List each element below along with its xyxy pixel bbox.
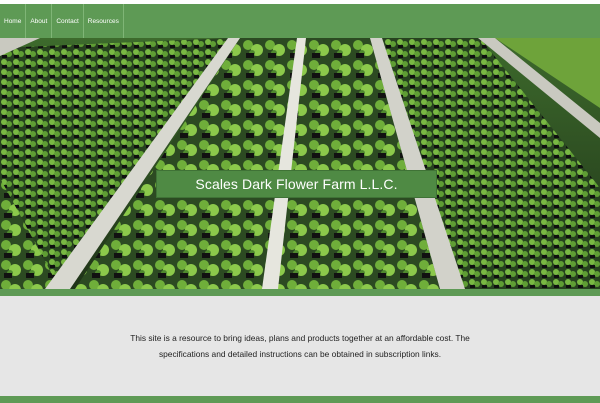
hero-section: Scales Dark Flower Farm L.L.C. — [0, 38, 600, 289]
nav-about[interactable]: About — [26, 4, 53, 38]
nursery-plants-photo — [0, 38, 600, 289]
title-banner: Scales Dark Flower Farm L.L.C. — [156, 170, 437, 198]
intro-section: This site is a resource to bring ideas, … — [0, 296, 600, 396]
intro-text: This site is a resource to bring ideas, … — [100, 330, 500, 362]
footer-bar — [0, 396, 600, 403]
section-divider — [0, 289, 600, 296]
top-navbar: Home About Contact Resources — [0, 4, 600, 38]
nav-contact[interactable]: Contact — [52, 4, 84, 38]
site-title: Scales Dark Flower Farm L.L.C. — [195, 176, 398, 192]
intro-line-2: specifications and detailed instructions… — [158, 349, 442, 359]
nav-resources[interactable]: Resources — [84, 4, 124, 38]
intro-line-1: This site is a resource to bring ideas, … — [130, 333, 470, 343]
nav-home[interactable]: Home — [0, 4, 27, 38]
